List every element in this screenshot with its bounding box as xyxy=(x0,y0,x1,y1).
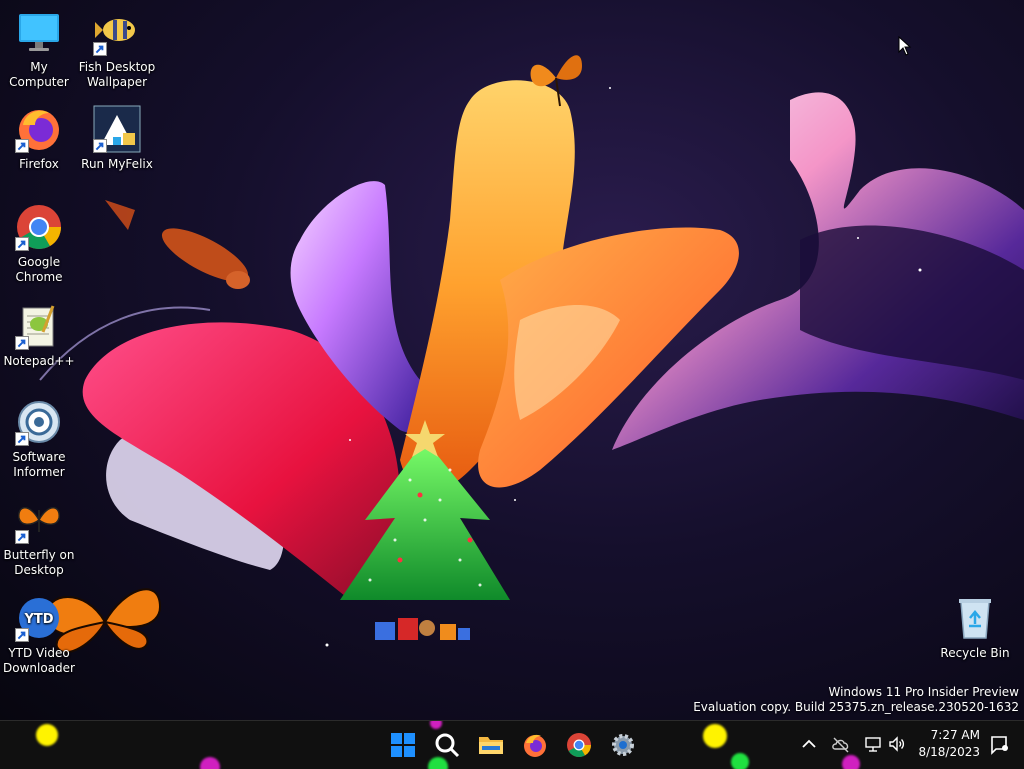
chrome-taskbar-button[interactable] xyxy=(563,729,595,761)
chevron-up-icon xyxy=(802,739,816,748)
watermark-edition: Windows 11 Pro Insider Preview xyxy=(828,685,1019,699)
taskbar-clock[interactable]: 7:27 AM 8/18/2023 xyxy=(918,727,980,761)
settings-taskbar-button[interactable] xyxy=(607,729,639,761)
desktop-icon-butterfly-on-desktop[interactable]: Butterfly on Desktop xyxy=(0,496,78,578)
desktop-icon-label: Notepad++ xyxy=(3,354,75,368)
firefox-taskbar-button[interactable] xyxy=(519,729,551,761)
file-explorer-button[interactable] xyxy=(475,729,507,761)
desktop-icon-label: Run MyFelix xyxy=(81,157,153,171)
sparkle-decoration xyxy=(842,755,860,769)
notification-icon xyxy=(991,736,1008,755)
mouse-cursor-icon xyxy=(898,36,912,56)
taskbar: 7:27 AM 8/18/2023 xyxy=(0,720,1024,769)
start-button[interactable] xyxy=(387,729,419,761)
shortcut-arrow-icon xyxy=(15,530,29,544)
desktop-icon-my-computer[interactable]: My Computer xyxy=(0,8,78,90)
desktop-icon-label: My Computer xyxy=(9,60,69,89)
desktop[interactable]: My Computer Fish Desktop Wallpaper Firef… xyxy=(0,0,1024,720)
volume-tray-button[interactable] xyxy=(886,733,908,755)
shortcut-arrow-icon xyxy=(15,628,29,642)
chrome-icon xyxy=(567,733,591,758)
clock-time: 7:27 AM xyxy=(930,728,980,742)
butterfly-icon xyxy=(15,496,63,544)
network-tray-button[interactable] xyxy=(862,733,884,755)
desktop-icon-fish-desktop-wallpaper[interactable]: Fish Desktop Wallpaper xyxy=(78,8,156,90)
show-hidden-icons-button[interactable] xyxy=(798,733,820,755)
sparkle-decoration xyxy=(36,724,58,746)
desktop-icon-google-chrome[interactable]: Google Chrome xyxy=(0,203,78,285)
desktop-icon-recycle-bin[interactable]: Recycle Bin xyxy=(936,594,1014,661)
notepadpp-icon xyxy=(15,302,63,350)
windows-watermark: Windows 11 Pro Insider Preview Evaluatio… xyxy=(693,685,1019,715)
desktop-icon-software-informer[interactable]: Software Informer xyxy=(0,398,78,480)
shortcut-arrow-icon xyxy=(15,432,29,446)
watermark-build: Evaluation copy. Build 25375.zn_release.… xyxy=(693,700,1019,714)
sparkle-decoration xyxy=(731,753,749,769)
desktop-icon-notepadpp[interactable]: Notepad++ xyxy=(0,302,78,369)
clock-date: 8/18/2023 xyxy=(918,745,980,759)
start-icon xyxy=(391,733,415,757)
shortcut-arrow-icon xyxy=(15,237,29,251)
fish-icon xyxy=(93,8,141,56)
onedrive-icon xyxy=(832,737,849,753)
sparkle-decoration xyxy=(703,724,727,748)
desktop-icon-ytd-video-downloader[interactable]: YTD YTD Video Downloader xyxy=(0,594,78,676)
shortcut-arrow-icon xyxy=(15,336,29,350)
computer-icon xyxy=(15,8,63,56)
shortcut-arrow-icon xyxy=(93,139,107,153)
desktop-icon-firefox[interactable]: Firefox xyxy=(0,105,78,172)
recycle-bin-icon xyxy=(951,594,999,642)
ytd-badge-text: YTD xyxy=(23,612,53,627)
settings-icon xyxy=(612,734,634,756)
desktop-icon-label: Fish Desktop Wallpaper xyxy=(78,60,156,89)
notification-center-button[interactable] xyxy=(988,734,1010,756)
desktop-icon-run-myfelix[interactable]: Run MyFelix xyxy=(78,105,156,172)
software-informer-icon xyxy=(15,398,63,446)
shortcut-arrow-icon xyxy=(93,42,107,56)
firefox-icon xyxy=(15,105,63,153)
volume-icon xyxy=(889,736,905,752)
myfelix-icon xyxy=(93,105,141,153)
ytd-icon: YTD xyxy=(15,594,63,642)
sparkle-decoration xyxy=(200,757,220,769)
desktop-icon-label: YTD Video Downloader xyxy=(3,646,75,675)
network-icon xyxy=(865,737,881,752)
file-explorer-icon xyxy=(479,737,503,754)
search-icon xyxy=(435,733,460,758)
desktop-icon-label: Butterfly on Desktop xyxy=(3,548,75,577)
chrome-icon xyxy=(15,203,63,251)
shortcut-arrow-icon xyxy=(15,139,29,153)
desktop-icon-label: Recycle Bin xyxy=(940,646,1010,660)
sparkle-decoration xyxy=(430,721,442,729)
onedrive-tray-button[interactable] xyxy=(830,733,852,755)
firefox-icon xyxy=(524,734,546,757)
search-button[interactable] xyxy=(431,729,463,761)
